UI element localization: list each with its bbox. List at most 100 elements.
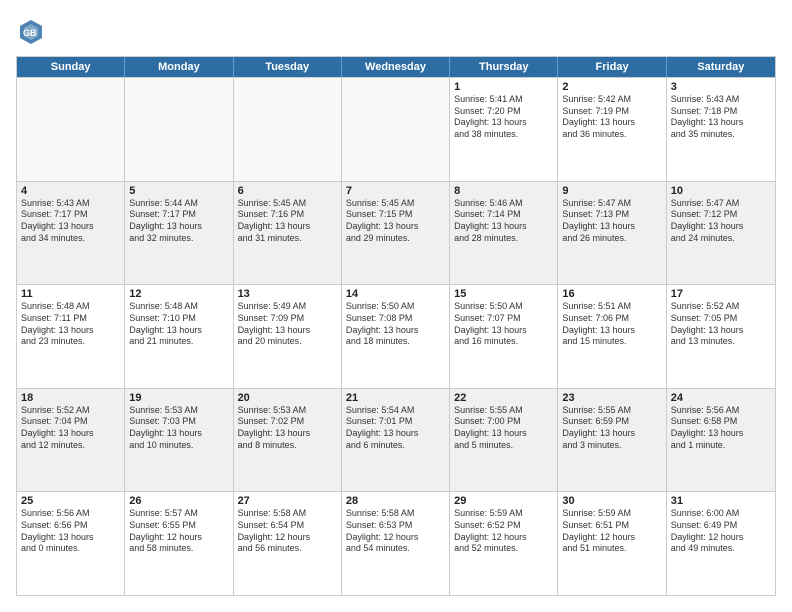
cell-content: Sunrise: 5:45 AMSunset: 7:16 PMDaylight:… xyxy=(238,198,337,245)
cell-content: Sunrise: 5:47 AMSunset: 7:12 PMDaylight:… xyxy=(671,198,771,245)
day-cell-23: 23Sunrise: 5:55 AMSunset: 6:59 PMDayligh… xyxy=(558,389,666,492)
day-cell-17: 17Sunrise: 5:52 AMSunset: 7:05 PMDayligh… xyxy=(667,285,775,388)
calendar: SundayMondayTuesdayWednesdayThursdayFrid… xyxy=(16,56,776,596)
day-cell-18: 18Sunrise: 5:52 AMSunset: 7:04 PMDayligh… xyxy=(17,389,125,492)
day-number: 7 xyxy=(346,185,445,197)
cell-content: Sunrise: 5:44 AMSunset: 7:17 PMDaylight:… xyxy=(129,198,228,245)
header-day-monday: Monday xyxy=(125,57,233,77)
day-number: 14 xyxy=(346,288,445,300)
day-number: 31 xyxy=(671,495,771,507)
cell-content: Sunrise: 5:56 AMSunset: 6:58 PMDaylight:… xyxy=(671,405,771,452)
day-cell-19: 19Sunrise: 5:53 AMSunset: 7:03 PMDayligh… xyxy=(125,389,233,492)
day-cell-15: 15Sunrise: 5:50 AMSunset: 7:07 PMDayligh… xyxy=(450,285,558,388)
empty-cell xyxy=(342,78,450,181)
day-cell-10: 10Sunrise: 5:47 AMSunset: 7:12 PMDayligh… xyxy=(667,182,775,285)
day-cell-21: 21Sunrise: 5:54 AMSunset: 7:01 PMDayligh… xyxy=(342,389,450,492)
cell-content: Sunrise: 5:50 AMSunset: 7:07 PMDaylight:… xyxy=(454,301,553,348)
header-day-wednesday: Wednesday xyxy=(342,57,450,77)
header-day-tuesday: Tuesday xyxy=(234,57,342,77)
calendar-header: SundayMondayTuesdayWednesdayThursdayFrid… xyxy=(17,57,775,77)
header-day-saturday: Saturday xyxy=(667,57,775,77)
cell-content: Sunrise: 5:50 AMSunset: 7:08 PMDaylight:… xyxy=(346,301,445,348)
page: GB SundayMondayTuesdayWednesdayThursdayF… xyxy=(0,0,792,612)
cell-content: Sunrise: 5:59 AMSunset: 6:51 PMDaylight:… xyxy=(562,508,661,555)
cell-content: Sunrise: 5:53 AMSunset: 7:03 PMDaylight:… xyxy=(129,405,228,452)
cell-content: Sunrise: 5:58 AMSunset: 6:53 PMDaylight:… xyxy=(346,508,445,555)
header: GB xyxy=(16,16,776,46)
day-number: 9 xyxy=(562,185,661,197)
cell-content: Sunrise: 5:45 AMSunset: 7:15 PMDaylight:… xyxy=(346,198,445,245)
header-day-friday: Friday xyxy=(558,57,666,77)
day-cell-6: 6Sunrise: 5:45 AMSunset: 7:16 PMDaylight… xyxy=(234,182,342,285)
day-number: 4 xyxy=(21,185,120,197)
calendar-week-2: 4Sunrise: 5:43 AMSunset: 7:17 PMDaylight… xyxy=(17,181,775,285)
cell-content: Sunrise: 5:58 AMSunset: 6:54 PMDaylight:… xyxy=(238,508,337,555)
empty-cell xyxy=(234,78,342,181)
day-number: 15 xyxy=(454,288,553,300)
day-cell-11: 11Sunrise: 5:48 AMSunset: 7:11 PMDayligh… xyxy=(17,285,125,388)
cell-content: Sunrise: 6:00 AMSunset: 6:49 PMDaylight:… xyxy=(671,508,771,555)
cell-content: Sunrise: 5:47 AMSunset: 7:13 PMDaylight:… xyxy=(562,198,661,245)
day-cell-22: 22Sunrise: 5:55 AMSunset: 7:00 PMDayligh… xyxy=(450,389,558,492)
header-day-thursday: Thursday xyxy=(450,57,558,77)
day-number: 3 xyxy=(671,81,771,93)
logo-icon: GB xyxy=(16,16,46,46)
day-number: 12 xyxy=(129,288,228,300)
day-number: 2 xyxy=(562,81,661,93)
day-cell-13: 13Sunrise: 5:49 AMSunset: 7:09 PMDayligh… xyxy=(234,285,342,388)
day-number: 1 xyxy=(454,81,553,93)
day-cell-24: 24Sunrise: 5:56 AMSunset: 6:58 PMDayligh… xyxy=(667,389,775,492)
day-number: 13 xyxy=(238,288,337,300)
day-cell-26: 26Sunrise: 5:57 AMSunset: 6:55 PMDayligh… xyxy=(125,492,233,595)
cell-content: Sunrise: 5:51 AMSunset: 7:06 PMDaylight:… xyxy=(562,301,661,348)
day-cell-27: 27Sunrise: 5:58 AMSunset: 6:54 PMDayligh… xyxy=(234,492,342,595)
day-number: 25 xyxy=(21,495,120,507)
day-cell-28: 28Sunrise: 5:58 AMSunset: 6:53 PMDayligh… xyxy=(342,492,450,595)
day-cell-30: 30Sunrise: 5:59 AMSunset: 6:51 PMDayligh… xyxy=(558,492,666,595)
day-cell-8: 8Sunrise: 5:46 AMSunset: 7:14 PMDaylight… xyxy=(450,182,558,285)
svg-text:GB: GB xyxy=(23,28,37,38)
empty-cell xyxy=(17,78,125,181)
day-number: 16 xyxy=(562,288,661,300)
day-cell-3: 3Sunrise: 5:43 AMSunset: 7:18 PMDaylight… xyxy=(667,78,775,181)
day-number: 27 xyxy=(238,495,337,507)
header-day-sunday: Sunday xyxy=(17,57,125,77)
day-number: 23 xyxy=(562,392,661,404)
calendar-week-3: 11Sunrise: 5:48 AMSunset: 7:11 PMDayligh… xyxy=(17,284,775,388)
cell-content: Sunrise: 5:55 AMSunset: 6:59 PMDaylight:… xyxy=(562,405,661,452)
cell-content: Sunrise: 5:48 AMSunset: 7:10 PMDaylight:… xyxy=(129,301,228,348)
day-number: 22 xyxy=(454,392,553,404)
day-cell-12: 12Sunrise: 5:48 AMSunset: 7:10 PMDayligh… xyxy=(125,285,233,388)
day-number: 24 xyxy=(671,392,771,404)
day-cell-16: 16Sunrise: 5:51 AMSunset: 7:06 PMDayligh… xyxy=(558,285,666,388)
cell-content: Sunrise: 5:56 AMSunset: 6:56 PMDaylight:… xyxy=(21,508,120,555)
logo: GB xyxy=(16,16,50,46)
day-cell-2: 2Sunrise: 5:42 AMSunset: 7:19 PMDaylight… xyxy=(558,78,666,181)
day-cell-20: 20Sunrise: 5:53 AMSunset: 7:02 PMDayligh… xyxy=(234,389,342,492)
day-number: 10 xyxy=(671,185,771,197)
day-number: 29 xyxy=(454,495,553,507)
calendar-week-1: 1Sunrise: 5:41 AMSunset: 7:20 PMDaylight… xyxy=(17,77,775,181)
cell-content: Sunrise: 5:52 AMSunset: 7:04 PMDaylight:… xyxy=(21,405,120,452)
day-number: 26 xyxy=(129,495,228,507)
day-number: 20 xyxy=(238,392,337,404)
day-number: 8 xyxy=(454,185,553,197)
cell-content: Sunrise: 5:41 AMSunset: 7:20 PMDaylight:… xyxy=(454,94,553,141)
day-cell-29: 29Sunrise: 5:59 AMSunset: 6:52 PMDayligh… xyxy=(450,492,558,595)
cell-content: Sunrise: 5:57 AMSunset: 6:55 PMDaylight:… xyxy=(129,508,228,555)
calendar-body: 1Sunrise: 5:41 AMSunset: 7:20 PMDaylight… xyxy=(17,77,775,595)
day-number: 18 xyxy=(21,392,120,404)
day-number: 30 xyxy=(562,495,661,507)
day-number: 11 xyxy=(21,288,120,300)
day-cell-25: 25Sunrise: 5:56 AMSunset: 6:56 PMDayligh… xyxy=(17,492,125,595)
day-number: 5 xyxy=(129,185,228,197)
cell-content: Sunrise: 5:59 AMSunset: 6:52 PMDaylight:… xyxy=(454,508,553,555)
day-cell-9: 9Sunrise: 5:47 AMSunset: 7:13 PMDaylight… xyxy=(558,182,666,285)
day-cell-7: 7Sunrise: 5:45 AMSunset: 7:15 PMDaylight… xyxy=(342,182,450,285)
day-cell-14: 14Sunrise: 5:50 AMSunset: 7:08 PMDayligh… xyxy=(342,285,450,388)
day-cell-5: 5Sunrise: 5:44 AMSunset: 7:17 PMDaylight… xyxy=(125,182,233,285)
cell-content: Sunrise: 5:48 AMSunset: 7:11 PMDaylight:… xyxy=(21,301,120,348)
day-number: 6 xyxy=(238,185,337,197)
cell-content: Sunrise: 5:43 AMSunset: 7:17 PMDaylight:… xyxy=(21,198,120,245)
cell-content: Sunrise: 5:46 AMSunset: 7:14 PMDaylight:… xyxy=(454,198,553,245)
